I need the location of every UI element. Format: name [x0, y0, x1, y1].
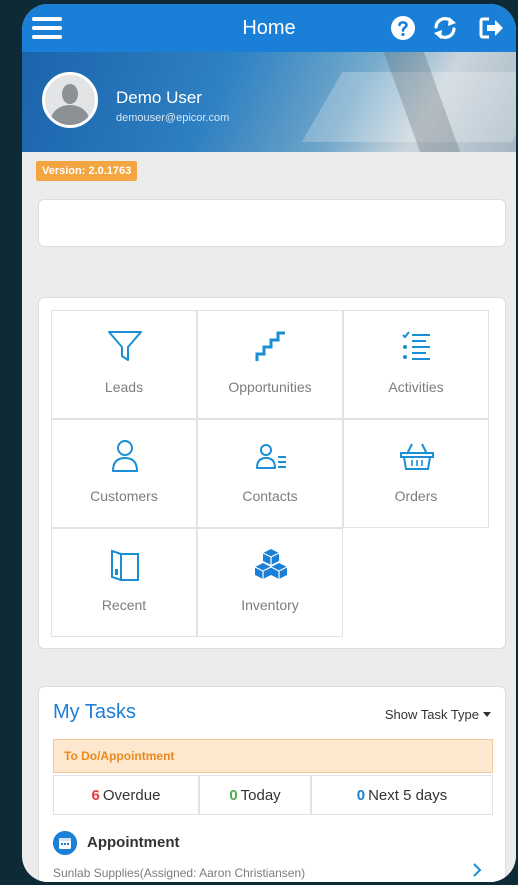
- tile-customers[interactable]: Customers: [51, 419, 197, 528]
- tile-opportunities[interactable]: Opportunities: [197, 310, 343, 419]
- recent-book-icon: [111, 549, 139, 582]
- my-tasks-title: My Tasks: [53, 701, 136, 723]
- refresh-icon[interactable]: [432, 15, 458, 41]
- help-icon[interactable]: [390, 15, 416, 41]
- tile-leads[interactable]: Leads: [51, 310, 197, 419]
- show-task-type-dropdown[interactable]: Show Task Type: [385, 707, 491, 722]
- contact-list-icon: [256, 444, 286, 469]
- avatar[interactable]: [42, 72, 98, 128]
- tile-activities[interactable]: Activities: [343, 310, 489, 419]
- user-email: demouser@epicor.com: [116, 112, 230, 124]
- logout-icon[interactable]: [478, 15, 504, 41]
- tile-label: Inventory: [241, 597, 299, 613]
- person-icon: [112, 440, 138, 472]
- tile-label: Customers: [90, 488, 158, 504]
- overdue-count[interactable]: 6 Overdue: [53, 775, 199, 815]
- count-value: 6: [91, 787, 100, 804]
- calendar-icon: [53, 831, 77, 855]
- version-badge: Version: 2.0.1763: [36, 161, 138, 181]
- tile-inventory[interactable]: Inventory: [197, 528, 343, 637]
- app-screen: Home Demo User demouser@epicor.com Versi…: [22, 4, 516, 882]
- task-category-label: To Do/Appointment: [64, 749, 175, 763]
- tile-recent[interactable]: Recent: [51, 528, 197, 637]
- menu-grid: Leads Opportunities Activities Customers…: [51, 310, 491, 638]
- caret-down-icon: [483, 712, 491, 717]
- today-count[interactable]: 0 Today: [199, 775, 311, 815]
- boxes-icon: [254, 549, 288, 579]
- tile-contacts[interactable]: Contacts: [197, 419, 343, 528]
- menu-grid-card: Leads Opportunities Activities Customers…: [38, 297, 506, 649]
- tile-label: Leads: [104, 379, 144, 395]
- count-label: Overdue: [102, 787, 161, 804]
- tile-label: Opportunities: [228, 379, 312, 395]
- tile-label: Recent: [101, 597, 147, 613]
- tile-label: Activities: [388, 379, 444, 395]
- task-category-header: To Do/Appointment: [53, 739, 493, 773]
- chevron-right-icon[interactable]: [467, 860, 487, 880]
- checklist-icon: [402, 331, 430, 360]
- tile-label: Contacts: [242, 488, 298, 504]
- dropdown-label: Show Task Type: [384, 707, 479, 722]
- stairs-icon: [255, 331, 285, 361]
- count-value: 0: [356, 787, 366, 804]
- user-name: Demo User: [116, 88, 202, 107]
- my-tasks-card: My Tasks Show Task Type To Do/Appointmen…: [38, 686, 506, 882]
- funnel-icon: [108, 331, 142, 361]
- tile-label: Orders: [394, 488, 438, 504]
- count-label: Today: [240, 787, 281, 804]
- task-counts: 6 Overdue 0 Today 0 Next 5 days: [53, 775, 493, 815]
- count-value: 0: [229, 787, 238, 804]
- task-item-title[interactable]: Appointment: [87, 834, 179, 851]
- info-card: [38, 199, 506, 247]
- task-item-subtitle: Sunlab Supplies(Assigned: Aaron Christia…: [53, 866, 306, 880]
- tile-orders[interactable]: Orders: [343, 419, 489, 528]
- count-label: Next 5 days: [368, 787, 448, 804]
- profile-banner: Demo User demouser@epicor.com: [22, 52, 516, 152]
- basket-icon: [400, 443, 434, 470]
- next-5-days-count[interactable]: 0 Next 5 days: [311, 775, 493, 815]
- top-bar: Home: [22, 4, 516, 52]
